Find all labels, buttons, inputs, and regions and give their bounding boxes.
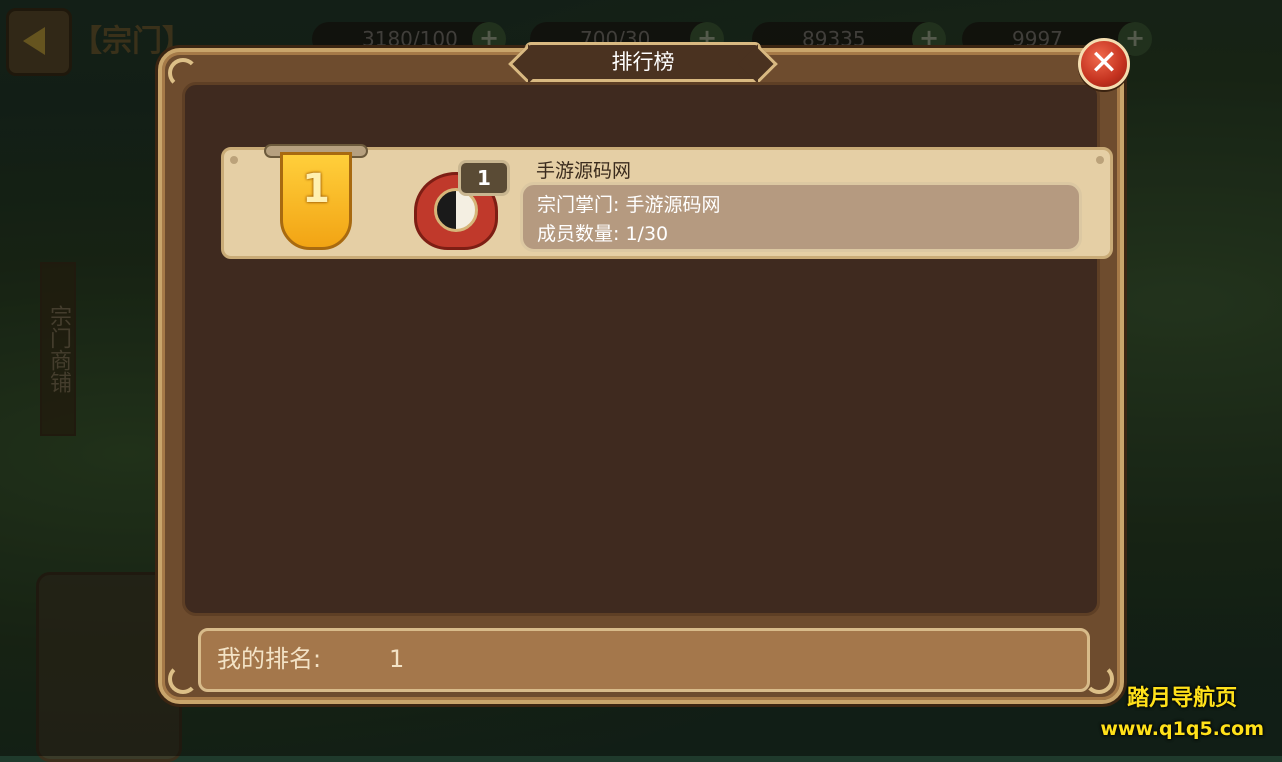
members-line: 成员数量: 1/30 bbox=[537, 220, 1065, 249]
leader-line: 宗门掌门: 手游源码网 bbox=[537, 191, 1065, 220]
ranking-row[interactable]: 1 1 手游源码网 宗门掌门: 手游源码网 成员数量: 1/30 bbox=[221, 144, 1113, 259]
frame-corner-ornament bbox=[168, 664, 198, 694]
my-rank-label: 我的排名: bbox=[217, 645, 322, 673]
guild-emblem-icon: 1 bbox=[408, 160, 518, 256]
guild-name: 手游源码网 bbox=[536, 160, 632, 182]
members-value: 1/30 bbox=[625, 223, 669, 245]
watermark: 踏月导航页 www.q1q5.com bbox=[1100, 680, 1264, 740]
watermark-line2: www.q1q5.com bbox=[1100, 718, 1264, 740]
close-icon: ✕ bbox=[1089, 43, 1119, 83]
rank-number: 1 bbox=[302, 166, 330, 212]
rivet-icon bbox=[1096, 156, 1104, 164]
leader-label: 宗门掌门: bbox=[537, 194, 620, 216]
rivet-icon bbox=[230, 156, 238, 164]
ranking-dialog: 排行榜 1 1 手游源码网 宗门掌门: 手游源码网 成员数量: 1/30 我的排… bbox=[158, 42, 1124, 704]
ranking-list-panel[interactable]: 1 1 手游源码网 宗门掌门: 手游源码网 成员数量: 1/30 bbox=[182, 82, 1113, 616]
watermark-line1: 踏月导航页 bbox=[1127, 686, 1238, 711]
my-rank-value: 1 bbox=[389, 645, 405, 673]
guild-level-badge: 1 bbox=[458, 160, 510, 196]
leader-name: 手游源码网 bbox=[625, 194, 721, 216]
guild-info-box: 宗门掌门: 手游源码网 成员数量: 1/30 bbox=[520, 182, 1082, 252]
dialog-title: 排行榜 bbox=[525, 42, 761, 82]
close-button[interactable]: ✕ bbox=[1078, 38, 1130, 90]
members-label: 成员数量: bbox=[537, 223, 620, 245]
my-rank-bar: 我的排名: 1 bbox=[198, 628, 1090, 692]
rank-banner-icon: 1 bbox=[264, 144, 368, 256]
